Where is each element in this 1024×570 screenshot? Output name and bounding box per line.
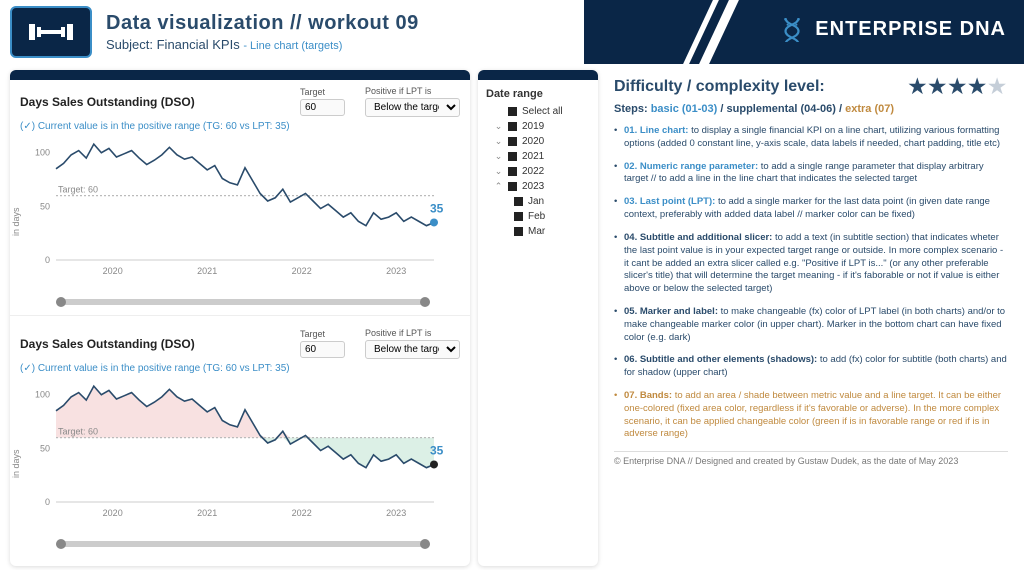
svg-text:35: 35 [430,443,444,457]
steps-list: 01. Line chart: to display a single fina… [614,125,1008,441]
slicer-title: Date range [486,88,590,100]
slicer-year-2022[interactable]: ⌄2022 [486,164,590,179]
svg-text:100: 100 [35,390,50,400]
chart1-title: Days Sales Outstanding (DSO) [20,95,280,109]
svg-text:100: 100 [35,148,50,158]
dna-icon [779,16,805,42]
svg-text:Target: 60: Target: 60 [58,427,98,437]
chart1-svg: 0 50 100 Target: 60 35 2020 2021 2022 2023 [20,132,460,282]
slicer-year-2021[interactable]: ⌄2021 [486,149,590,164]
chart2-title: Days Sales Outstanding (DSO) [20,337,280,351]
svg-text:2020: 2020 [103,266,123,276]
charts-panel: Days Sales Outstanding (DSO) Target Posi… [10,70,470,566]
svg-text:50: 50 [40,443,50,453]
chart2-ylabel: in days [11,449,21,478]
chart-dso-lower: Days Sales Outstanding (DSO) Target Posi… [10,322,470,551]
svg-text:0: 0 [45,497,50,507]
slicer-month-jan[interactable]: Jan [486,194,590,209]
svg-text:50: 50 [40,201,50,211]
chart1-ylabel: in days [11,207,21,236]
svg-text:0: 0 [45,255,50,265]
difficulty-stars: ★★★★★ [908,74,1008,99]
chart1-range-slider[interactable] [56,299,430,305]
slicer-select-all[interactable]: Select all [486,104,590,119]
slicer-year-2020[interactable]: ⌄2020 [486,134,590,149]
chart-dso-upper: Days Sales Outstanding (DSO) Target Posi… [10,80,470,309]
date-range-slicer: Date range Select all ⌄2019⌄2020⌄2021⌄20… [478,70,598,566]
positive-if-label: Positive if LPT is [365,86,460,96]
svg-text:2022: 2022 [292,266,312,276]
slicer-month-feb[interactable]: Feb [486,209,590,224]
page-subtitle: Subject: Financial KPIs - Line chart (ta… [106,37,419,52]
chart1-subtitle: (✓) Current value is in the positive ran… [20,121,460,132]
copyright-footer: © Enterprise DNA // Designed and created… [614,451,1008,466]
slicer-year-2019[interactable]: ⌄2019 [486,119,590,134]
svg-text:2021: 2021 [197,508,217,518]
svg-text:35: 35 [430,201,444,215]
target-label: Target [300,329,345,339]
target-input-2[interactable] [300,341,345,358]
chart2-svg: 0 50 100 Target: 60 35 2020 2021 2022 2023 [20,374,460,524]
app-header: Data visualization // workout 09 Subject… [0,0,1024,64]
chart2-subtitle: (✓) Current value is in the positive ran… [20,363,460,374]
target-input[interactable] [300,99,345,116]
page-title: Data visualization // workout 09 [106,12,419,35]
positive-if-label: Positive if LPT is [365,328,460,338]
slicer-year-2023[interactable]: ⌃2023 [486,179,590,194]
chart2-range-slider[interactable] [56,541,430,547]
svg-text:2023: 2023 [386,508,406,518]
steps-legend: Steps: basic (01-03) / supplemental (04-… [614,103,1008,115]
svg-text:2021: 2021 [197,266,217,276]
positive-if-select-2[interactable]: Below the target [365,340,460,359]
difficulty-label: Difficulty / complexity level: [614,78,825,96]
target-label: Target [300,87,345,97]
positive-if-select[interactable]: Below the target [365,98,460,117]
info-panel: Difficulty / complexity level: ★★★★★ Ste… [608,70,1014,566]
svg-text:Target: 60: Target: 60 [58,185,98,195]
svg-text:2023: 2023 [386,266,406,276]
workout-icon [10,6,92,58]
brand-logo: ENTERPRISE DNA [779,16,1006,42]
svg-text:2020: 2020 [103,508,123,518]
svg-text:2022: 2022 [292,508,312,518]
slicer-month-mar[interactable]: Mar [486,224,590,239]
